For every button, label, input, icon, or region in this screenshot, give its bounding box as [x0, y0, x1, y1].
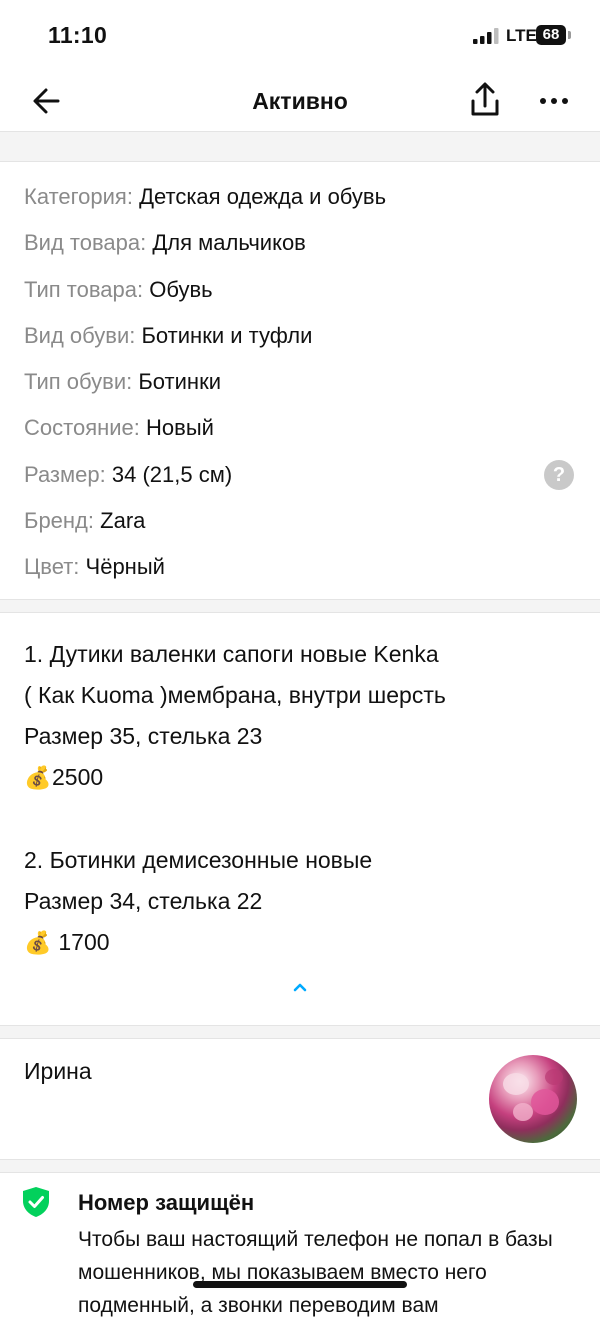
collapse-chevron-up-icon[interactable]	[286, 975, 314, 997]
param-value: Чёрный	[85, 554, 165, 580]
param-value: Ботинки и туфли	[141, 322, 313, 348]
item-parameters: Категория: Детская одежда и обувь Вид то…	[24, 174, 576, 591]
param-shoe-kind: Вид обуви: Ботинки и туфли	[24, 313, 576, 359]
param-value: Zara	[100, 508, 146, 534]
notice-line: Чтобы ваш настоящий телефон не попал в б…	[78, 1228, 553, 1251]
divider	[0, 1159, 600, 1173]
param-label: Размер:	[24, 461, 106, 487]
page-title: Активно	[252, 88, 348, 114]
share-icon[interactable]	[466, 80, 504, 120]
description-line: ( Как Kuoma )мембрана, внутри шерсть	[24, 682, 446, 708]
seller-block[interactable]: Ирина	[0, 1038, 600, 1160]
param-label: Вид товара:	[24, 230, 147, 256]
notice-title: Номер защищён	[78, 1190, 255, 1215]
param-value: Обувь	[149, 276, 213, 302]
money-bag-icon: 💰	[24, 930, 52, 955]
param-label: Тип товара:	[24, 276, 144, 302]
status-bar: 11:10 LTE 68	[0, 0, 600, 70]
param-value: Ботинки	[138, 369, 221, 395]
param-condition: Состояние: Новый	[24, 405, 576, 451]
notice-text: Чтобы ваш настоящий телефон не попал в б…	[78, 1223, 588, 1322]
more-options-icon[interactable]	[536, 86, 572, 116]
param-value: Для мальчиков	[152, 230, 306, 256]
param-category: Категория: Детская одежда и обувь	[24, 174, 576, 220]
notice-line: подменный, а звонки переводим вам	[78, 1294, 439, 1317]
seller-name[interactable]: Ирина	[24, 1058, 92, 1085]
avatar[interactable]	[489, 1055, 577, 1143]
description-line: Размер 34, стелька 22	[24, 888, 263, 914]
price-line: 💰2500	[24, 757, 579, 798]
battery-icon: 68	[536, 25, 566, 45]
param-label: Бренд:	[24, 508, 95, 534]
item-description: 1. Дутики валенки сапоги новые Kenka ( К…	[24, 634, 579, 963]
clock: 11:10	[48, 22, 108, 48]
description-line: Размер 35, стелька 23	[24, 723, 263, 749]
param-label: Цвет:	[24, 554, 80, 580]
param-item-type: Тип товара: Обувь	[24, 267, 576, 313]
network-label: LTE	[506, 26, 537, 45]
param-label: Состояние:	[24, 415, 140, 441]
param-item-kind: Вид товара: Для мальчиков	[24, 220, 576, 266]
param-value: Детская одежда и обувь	[139, 184, 387, 209]
battery-tip	[568, 31, 571, 39]
param-value: Новый	[146, 415, 214, 441]
number-protection-notice: Номер защищён Чтобы ваш настоящий телефо…	[0, 1174, 600, 1317]
param-label: Тип обуви:	[24, 369, 133, 395]
param-size: Размер: 34 (21,5 см) ?	[24, 452, 576, 498]
price: 2500	[52, 764, 104, 790]
price: 1700	[52, 929, 110, 955]
description-line: 1. Дутики валенки сапоги новые Kenka	[24, 641, 439, 667]
param-label: Вид обуви:	[24, 322, 136, 348]
param-color: Цвет: Чёрный	[24, 544, 576, 590]
price-line: 💰 1700	[24, 922, 579, 963]
param-shoe-type: Тип обуви: Ботинки	[24, 359, 576, 405]
param-brand: Бренд: Zara	[24, 498, 576, 544]
signal-icon	[473, 28, 499, 44]
shield-check-icon	[23, 1187, 49, 1217]
divider	[0, 599, 600, 613]
description-line: 2. Ботинки демисезонные новые	[24, 847, 373, 873]
param-value: 34 (21,5 см)	[111, 461, 233, 487]
nav-bar: Активно	[0, 70, 600, 132]
help-icon[interactable]: ?	[544, 459, 574, 490]
param-label: Категория:	[24, 184, 133, 209]
divider	[0, 131, 600, 162]
divider	[0, 1025, 600, 1039]
money-bag-icon: 💰	[24, 765, 52, 790]
home-indicator[interactable]	[193, 1281, 407, 1288]
